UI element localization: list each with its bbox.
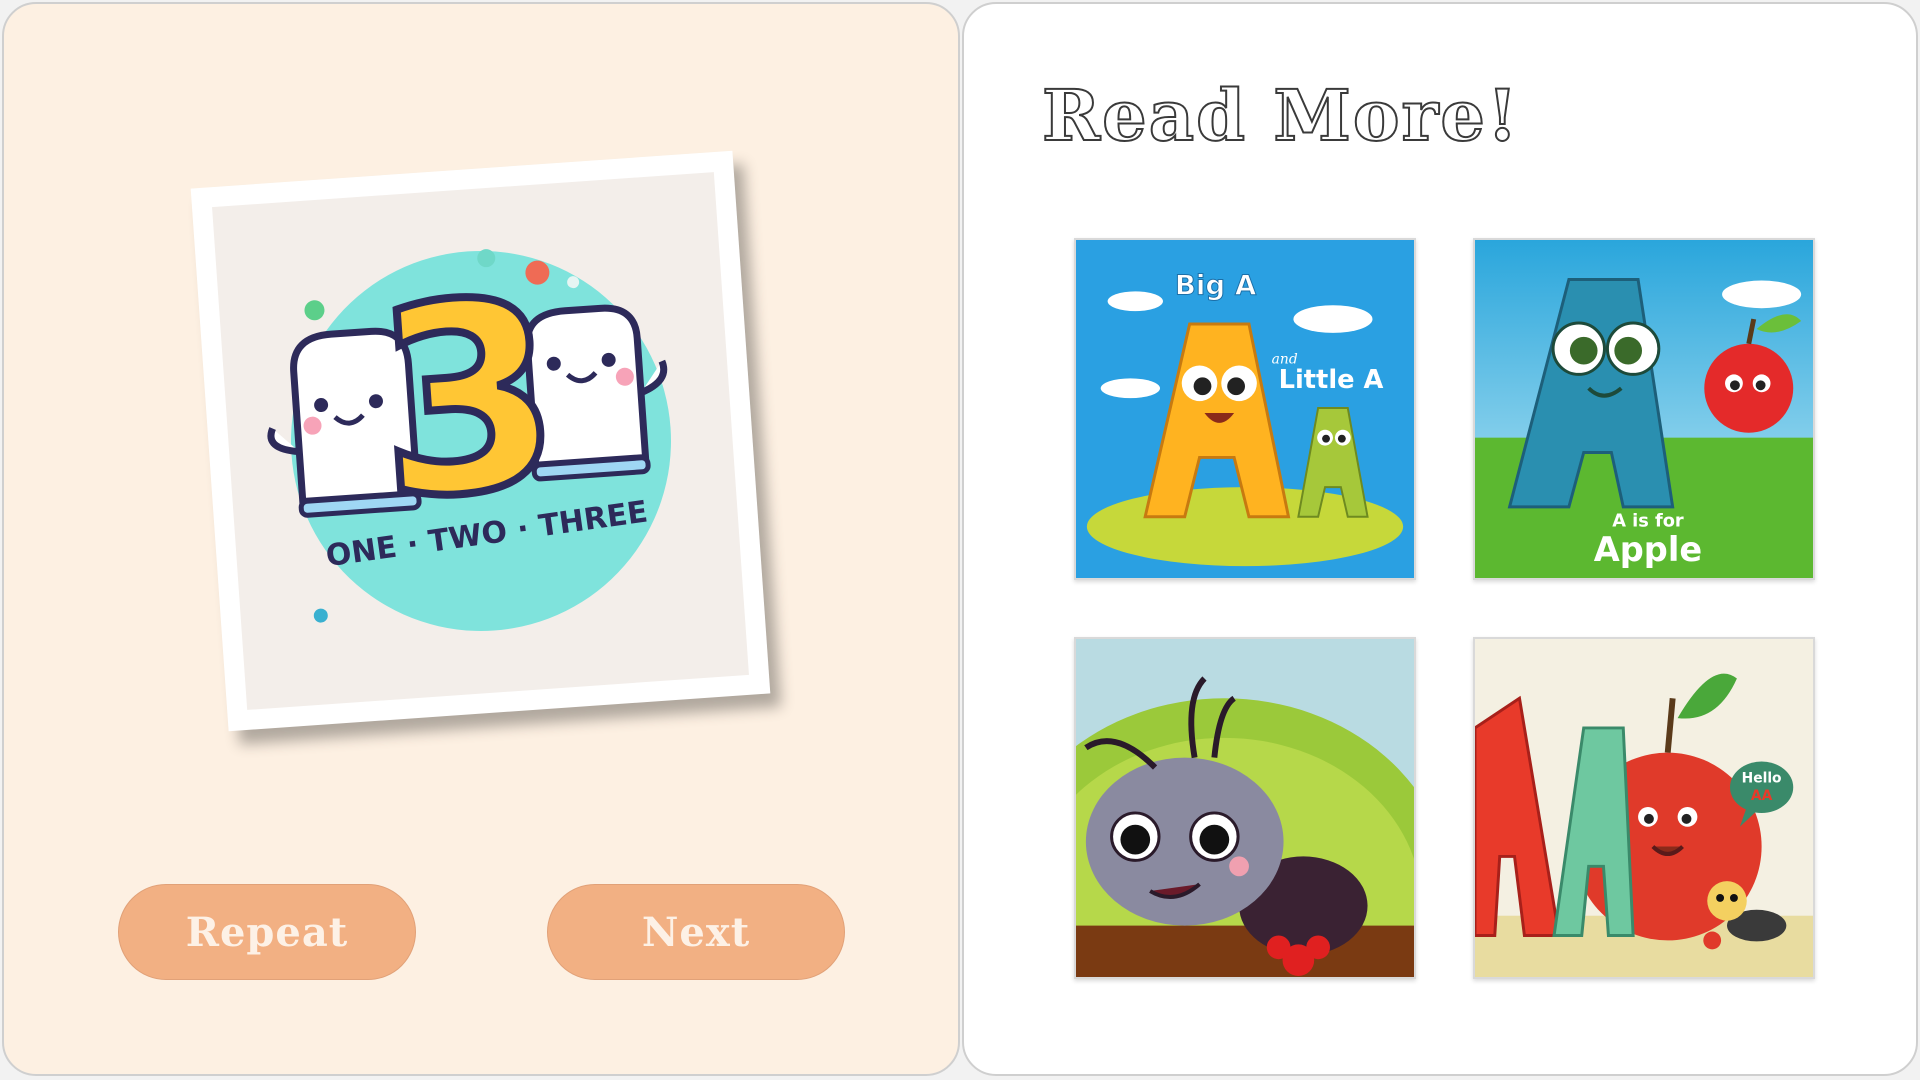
story-card: 3 ONE · TWO · THREE bbox=[190, 150, 771, 732]
book-big-a-little-a[interactable]: Big A and Little A bbox=[1074, 238, 1416, 580]
book-4-bubble-letters: AA bbox=[1751, 788, 1773, 804]
book-2-subtitle: A is for bbox=[1612, 511, 1684, 532]
book-a-is-for-apple[interactable]: A is for Apple bbox=[1473, 238, 1815, 580]
reading-panel: 3 ONE · TWO · THREE Repeat Next bbox=[2, 2, 960, 1076]
book-hello-aa[interactable]: Hello AA bbox=[1473, 637, 1815, 979]
book-cover-2: A is for Apple bbox=[1475, 240, 1813, 578]
book-4-bubble-hello: Hello bbox=[1742, 770, 1782, 786]
book-1-title-little: Little A bbox=[1279, 365, 1384, 395]
book-ant[interactable] bbox=[1074, 637, 1416, 979]
next-button[interactable]: Next bbox=[547, 884, 845, 980]
book-cover-4: Hello AA bbox=[1475, 639, 1813, 977]
read-more-panel: Read More! Big A and Little A A is for A… bbox=[962, 2, 1918, 1076]
book-2-title: Apple bbox=[1594, 530, 1702, 569]
story-illustration: 3 ONE · TWO · THREE bbox=[212, 172, 749, 710]
number-three-illustration: 3 ONE · TWO · THREE bbox=[267, 240, 671, 631]
repeat-button[interactable]: Repeat bbox=[118, 884, 416, 980]
book-cover-3 bbox=[1076, 639, 1414, 977]
read-more-heading: Read More! bbox=[1041, 73, 1520, 158]
book-cover-1: Big A and Little A bbox=[1076, 240, 1414, 578]
book-1-title-big: Big A bbox=[1175, 268, 1257, 301]
